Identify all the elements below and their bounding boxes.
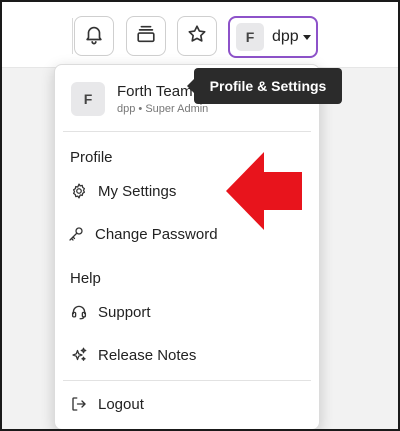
logout-icon	[69, 394, 89, 414]
menu-item-label: Logout	[98, 395, 144, 413]
section-title-help: Help	[70, 270, 101, 287]
gear-icon	[69, 181, 89, 201]
menu-item-label: Support	[98, 303, 151, 321]
account-role: dpp • Super Admin	[117, 103, 209, 115]
username-label: dpp	[272, 28, 299, 45]
bell-icon	[83, 23, 105, 50]
menu-item-label: My Settings	[98, 182, 177, 200]
menu-item-label: Release Notes	[98, 346, 197, 364]
section-title-profile: Profile	[70, 149, 113, 166]
notifications-button[interactable]	[74, 16, 114, 56]
menu-item-logout[interactable]: Logout	[55, 386, 319, 422]
avatar: F	[236, 23, 264, 51]
chevron-down-icon	[302, 34, 311, 40]
sparkles-icon	[69, 345, 89, 365]
menu-item-label: Change Password	[95, 225, 218, 243]
team-name: Forth Team	[117, 83, 193, 100]
favorites-button[interactable]	[177, 16, 217, 56]
headset-icon	[69, 302, 89, 322]
divider	[63, 380, 311, 381]
menu-item-release-notes[interactable]: Release Notes	[55, 337, 319, 373]
toolbar-divider	[72, 18, 73, 54]
app-window: F dpp F Forth Team dpp • Super Admin Pro…	[0, 0, 400, 431]
menu-item-support[interactable]: Support	[55, 294, 319, 330]
inbox-button[interactable]	[126, 16, 166, 56]
profile-menu-button[interactable]: F dpp	[228, 16, 318, 58]
key-icon	[66, 224, 86, 244]
annotation-arrow-icon	[226, 152, 302, 230]
profile-tooltip: Profile & Settings	[187, 68, 342, 104]
star-icon	[186, 23, 208, 50]
profile-dropdown-menu: F Forth Team dpp • Super Admin Profile M…	[54, 64, 320, 429]
top-bar: F dpp	[2, 2, 398, 68]
divider	[63, 131, 311, 132]
stack-icon	[135, 23, 157, 50]
account-avatar: F	[71, 82, 105, 116]
